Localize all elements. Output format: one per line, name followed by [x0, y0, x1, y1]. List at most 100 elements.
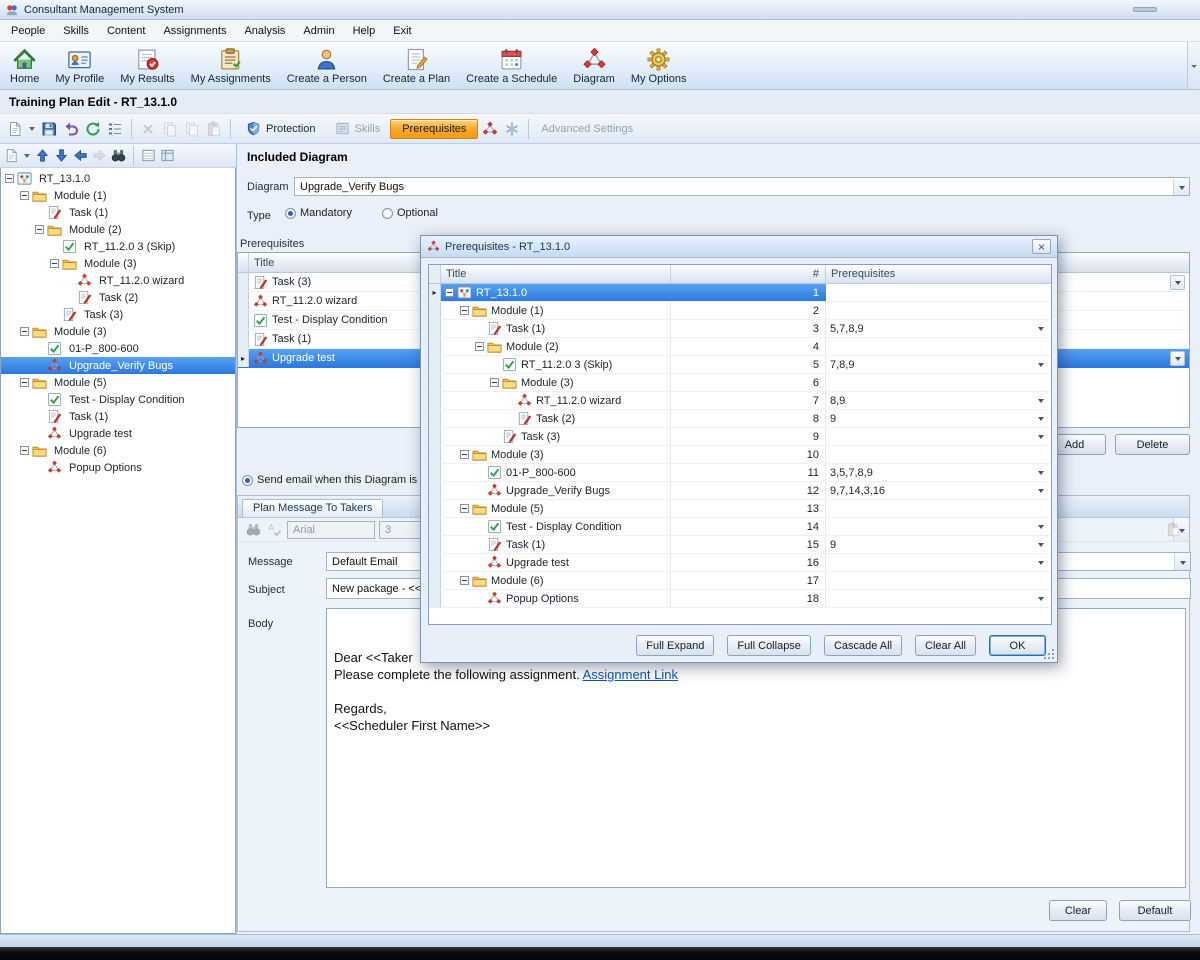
move-right-icon[interactable]	[91, 147, 108, 164]
minimize-button[interactable]	[1133, 7, 1157, 12]
tab-skills[interactable]: Skills	[326, 117, 389, 140]
collapse-toggle-icon[interactable]	[460, 504, 469, 513]
tree-item-task-1[interactable]: Task (1)	[1, 204, 235, 221]
prereq-combo-arrow[interactable]	[1035, 557, 1047, 568]
view-list-icon[interactable]	[140, 147, 157, 164]
toolbar-button-create-a-plan[interactable]: Create a Plan	[375, 44, 458, 88]
clear-all-button[interactable]: Clear All	[915, 635, 976, 656]
delete-icon[interactable]	[138, 119, 158, 139]
tree-item-rt-11-2-0-wizard[interactable]: RT_11.2.0 wizard	[1, 272, 235, 289]
tree-item-test-display-condition[interactable]: Test - Display Condition	[1, 391, 235, 408]
tree-item-module-3[interactable]: Module (3)	[1, 255, 235, 272]
tree-item-rt-13-1-0[interactable]: RT_13.1.0	[1, 170, 235, 187]
copy-icon[interactable]	[160, 119, 180, 139]
cascade-all-button[interactable]: Cascade All	[824, 635, 902, 656]
tree-item-task-2[interactable]: Task (2)	[1, 289, 235, 306]
clear-button[interactable]: Clear	[1049, 900, 1107, 921]
chevron-down-icon[interactable]	[1173, 178, 1189, 195]
column-header-number[interactable]: #	[671, 265, 826, 283]
type-optional-radio[interactable]: Optional	[382, 207, 438, 219]
toolbar-button-diagram[interactable]: Diagram	[565, 44, 623, 88]
resize-grip[interactable]	[1043, 648, 1054, 659]
collapse-toggle-icon[interactable]	[5, 174, 14, 183]
collapse-toggle-icon[interactable]	[35, 225, 44, 234]
collapse-toggle-icon[interactable]	[20, 327, 29, 336]
menu-item-exit[interactable]: Exit	[384, 20, 420, 41]
spellcheck-icon[interactable]	[266, 521, 283, 538]
assignment-link[interactable]: Assignment Link	[583, 667, 678, 682]
prereq-combo-arrow[interactable]	[1035, 431, 1047, 442]
collapse-toggle-icon[interactable]	[475, 342, 484, 351]
tab-protection[interactable]: Protection	[237, 117, 324, 140]
font-size-combo[interactable]: 3	[379, 521, 423, 539]
dialog-row-module-1[interactable]: Module (1)2	[429, 302, 1051, 320]
tree-item-module-1[interactable]: Module (1)	[1, 187, 235, 204]
list-icon[interactable]	[105, 119, 125, 139]
move-up-icon[interactable]	[34, 147, 51, 164]
font-family-combo[interactable]: Arial	[287, 521, 375, 539]
save-icon[interactable]	[39, 119, 59, 139]
dialog-row-task-1[interactable]: Task (1)159	[429, 536, 1051, 554]
toolbar-overflow-chevron[interactable]	[1187, 42, 1200, 89]
toolbar-button-my-results[interactable]: My Results	[112, 44, 182, 88]
dialog-row-module-2[interactable]: Module (2)4	[429, 338, 1051, 356]
ok-button[interactable]: OK	[989, 635, 1046, 656]
duplicate-icon[interactable]	[182, 119, 202, 139]
delete-button[interactable]: Delete	[1115, 434, 1190, 455]
tree-item-module-2[interactable]: Module (2)	[1, 221, 235, 238]
menu-item-skills[interactable]: Skills	[54, 20, 98, 41]
collapse-toggle-icon[interactable]	[490, 378, 499, 387]
dialog-row-module-5[interactable]: Module (5)13	[429, 500, 1051, 518]
tree-item-task-1[interactable]: Task (1)	[1, 408, 235, 425]
dialog-row-task-1[interactable]: Task (1)35,7,8,9	[429, 320, 1051, 338]
tree-item-module-6[interactable]: Module (6)	[1, 442, 235, 459]
prereq-combo-arrow[interactable]	[1035, 539, 1047, 550]
dialog-row-rt-13-1-0[interactable]: ▸RT_13.1.01	[429, 284, 1051, 302]
dialog-row-upgrade-verify-bugs[interactable]: Upgrade_Verify Bugs129,7,14,3,16	[429, 482, 1051, 500]
new-dropdown-caret[interactable]	[27, 119, 37, 139]
view-details-icon[interactable]	[159, 147, 176, 164]
dialog-row-01-p-800-600[interactable]: 01-P_800-600113,5,7,8,9	[429, 464, 1051, 482]
prereq-combo-arrow[interactable]	[1035, 485, 1047, 496]
prereq-combo-arrow[interactable]	[1035, 323, 1047, 334]
new-node-icon[interactable]	[3, 147, 20, 164]
column-header-prerequisites[interactable]: Prerequisites	[826, 265, 1051, 283]
tree-item-popup-options[interactable]: Popup Options	[1, 459, 235, 476]
toolbar-button-create-a-person[interactable]: Create a Person	[279, 44, 375, 88]
menu-item-analysis[interactable]: Analysis	[235, 20, 294, 41]
dialog-row-upgrade-test[interactable]: Upgrade test16	[429, 554, 1051, 572]
advanced-settings-label[interactable]: Advanced Settings	[535, 123, 639, 135]
toolbar-button-my-assignments[interactable]: My Assignments	[183, 44, 279, 88]
dialog-row-rt-11-2-0-3-skip[interactable]: RT_11.2.0 3 (Skip)57,8,9	[429, 356, 1051, 374]
collapse-toggle-icon[interactable]	[20, 378, 29, 387]
prereq-combo-arrow[interactable]	[1035, 467, 1047, 478]
send-email-radio[interactable]: Send email when this Diagram is av	[242, 474, 432, 486]
full-collapse-button[interactable]: Full Collapse	[727, 635, 811, 656]
dialog-row-task-2[interactable]: Task (2)89	[429, 410, 1051, 428]
diagram-icon[interactable]	[480, 119, 500, 139]
toolbar-button-my-profile[interactable]: My Profile	[47, 44, 112, 88]
dialog-row-test-display-condition[interactable]: Test - Display Condition14	[429, 518, 1051, 536]
plan-message-tab[interactable]: Plan Message To Takers	[242, 499, 383, 517]
close-icon[interactable]: ×	[1032, 239, 1051, 254]
tab-prerequisites[interactable]: Prerequisites	[390, 119, 478, 139]
column-header-title[interactable]: Title	[441, 265, 671, 283]
new-node-caret[interactable]	[22, 146, 32, 166]
menu-item-people[interactable]: People	[2, 20, 54, 41]
collapse-toggle-icon[interactable]	[460, 576, 469, 585]
dialog-row-module-3[interactable]: Module (3)6	[429, 374, 1051, 392]
undo-icon[interactable]	[61, 119, 81, 139]
collapse-toggle-icon[interactable]	[460, 306, 469, 315]
tree-item-rt-11-2-0-3-skip[interactable]: RT_11.2.0 3 (Skip)	[1, 238, 235, 255]
settings-icon[interactable]	[502, 119, 522, 139]
dialog-row-module-3[interactable]: Module (3)10	[429, 446, 1051, 464]
tree-item-module-3[interactable]: Module (3)	[1, 323, 235, 340]
type-mandatory-radio[interactable]: Mandatory	[285, 207, 352, 219]
menu-item-assignments[interactable]: Assignments	[154, 20, 235, 41]
menu-item-help[interactable]: Help	[344, 20, 385, 41]
prereq-combo-arrow[interactable]	[1035, 395, 1047, 406]
find-icon[interactable]	[110, 147, 127, 164]
prereq-combo-arrow[interactable]	[1035, 521, 1047, 532]
toolbar-button-my-options[interactable]: My Options	[623, 44, 695, 88]
tree-item-upgrade-verify-bugs[interactable]: Upgrade_Verify Bugs	[1, 357, 235, 374]
